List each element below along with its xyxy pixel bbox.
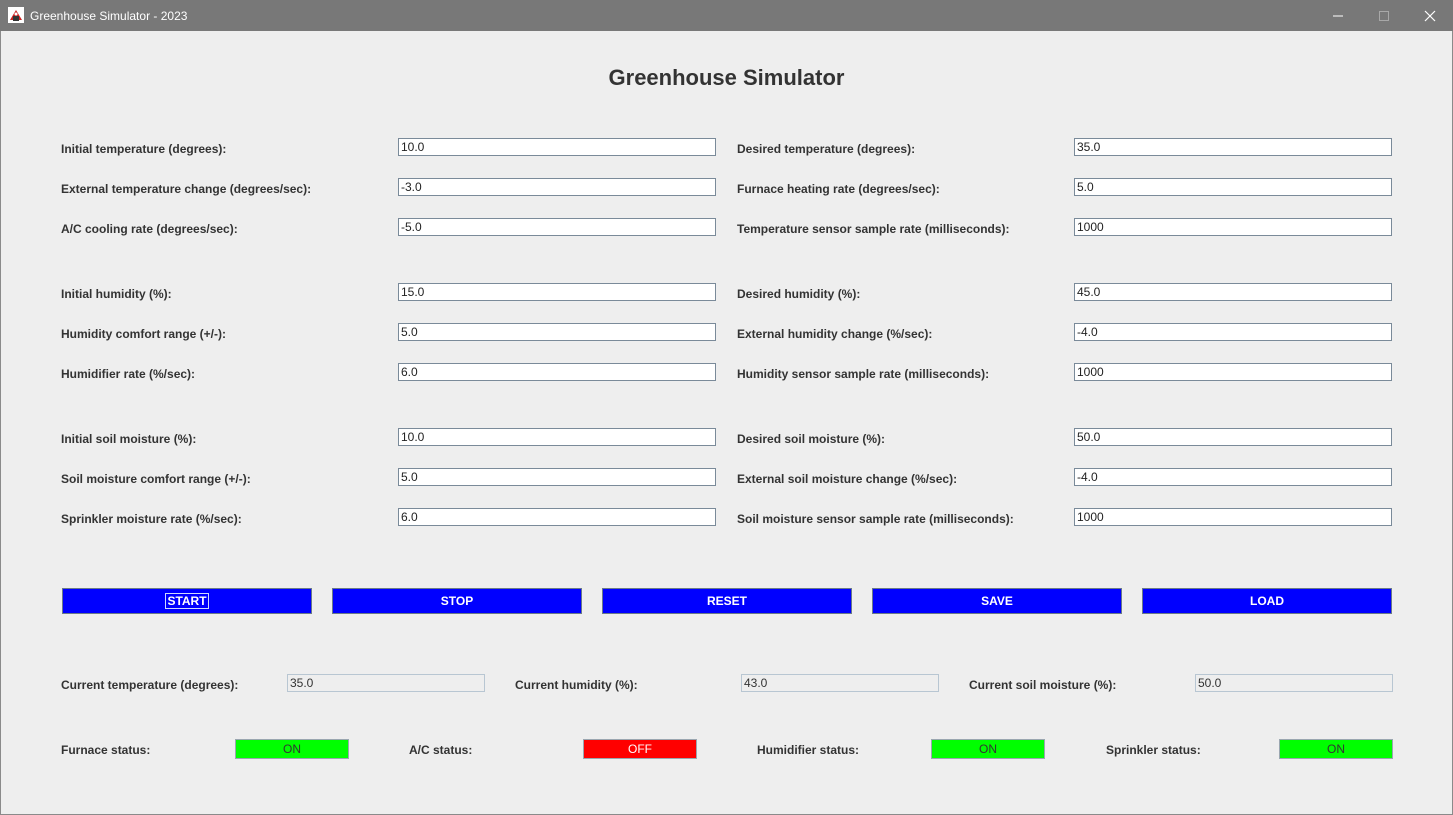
humidifier-status-indicator: ON — [931, 739, 1045, 759]
ac-status-label: A/C status: — [409, 743, 473, 757]
minimize-button[interactable] — [1315, 0, 1361, 31]
humidifier-rate-input[interactable]: 6.0 — [398, 363, 716, 381]
close-button[interactable] — [1407, 0, 1453, 31]
minimize-icon — [1333, 15, 1343, 17]
external-temperature-change-label: External temperature change (degrees/sec… — [61, 182, 312, 196]
external-humidity-change-input[interactable]: -4.0 — [1074, 323, 1392, 341]
temperature-sensor-sample-rate-label: Temperature sensor sample rate (millisec… — [737, 222, 1010, 236]
load-button[interactable]: LOAD — [1142, 588, 1392, 614]
window-titlebar[interactable]: Greenhouse Simulator - 2023 — [0, 0, 1453, 31]
window-title: Greenhouse Simulator - 2023 — [30, 9, 188, 23]
external-soil-moisture-change-label: External soil moisture change (%/sec): — [737, 472, 958, 486]
temperature-sensor-sample-rate-input[interactable]: 1000 — [1074, 218, 1392, 236]
current-humidity-label: Current humidity (%): — [515, 678, 638, 692]
humidifier-rate-label: Humidifier rate (%/sec): — [61, 367, 196, 381]
close-icon — [1424, 10, 1436, 22]
desired-temperature-label: Desired temperature (degrees): — [737, 142, 916, 156]
soil-moisture-comfort-range-label: Soil moisture comfort range (+/-): — [61, 472, 251, 486]
external-temperature-change-input[interactable]: -3.0 — [398, 178, 716, 196]
initial-humidity-label: Initial humidity (%): — [61, 287, 172, 301]
furnace-status-label: Furnace status: — [61, 743, 151, 757]
desired-humidity-label: Desired humidity (%): — [737, 287, 861, 301]
current-temperature-field: 35.0 — [287, 674, 485, 692]
initial-humidity-input[interactable]: 15.0 — [398, 283, 716, 301]
sprinkler-status-indicator: ON — [1279, 739, 1393, 759]
initial-soil-moisture-input[interactable]: 10.0 — [398, 428, 716, 446]
humidity-comfort-range-input[interactable]: 5.0 — [398, 323, 716, 341]
soil-moisture-sensor-sample-rate-label: Soil moisture sensor sample rate (millis… — [737, 512, 1014, 526]
initial-temperature-label: Initial temperature (degrees): — [61, 142, 227, 156]
humidity-sensor-sample-rate-label: Humidity sensor sample rate (millisecond… — [737, 367, 990, 381]
ac-cooling-rate-input[interactable]: -5.0 — [398, 218, 716, 236]
humidity-comfort-range-label: Humidity comfort range (+/-): — [61, 327, 227, 341]
current-soil-moisture-field: 50.0 — [1195, 674, 1393, 692]
desired-soil-moisture-input[interactable]: 50.0 — [1074, 428, 1392, 446]
furnace-status-indicator: ON — [235, 739, 349, 759]
reset-button[interactable]: RESET — [602, 588, 852, 614]
external-soil-moisture-change-input[interactable]: -4.0 — [1074, 468, 1392, 486]
maximize-icon — [1379, 11, 1389, 21]
desired-temperature-input[interactable]: 35.0 — [1074, 138, 1392, 156]
stop-button[interactable]: STOP — [332, 588, 582, 614]
start-button[interactable]: START — [62, 588, 312, 614]
soil-moisture-sensor-sample-rate-input[interactable]: 1000 — [1074, 508, 1392, 526]
sprinkler-moisture-rate-label: Sprinkler moisture rate (%/sec): — [61, 512, 242, 526]
start-button-label: START — [165, 593, 209, 609]
humidifier-status-label: Humidifier status: — [757, 743, 860, 757]
soil-moisture-comfort-range-input[interactable]: 5.0 — [398, 468, 716, 486]
app-icon[interactable] — [8, 7, 24, 23]
desired-soil-moisture-label: Desired soil moisture (%): — [737, 432, 886, 446]
external-humidity-change-label: External humidity change (%/sec): — [737, 327, 933, 341]
save-button[interactable]: SAVE — [872, 588, 1122, 614]
desired-humidity-input[interactable]: 45.0 — [1074, 283, 1392, 301]
sprinkler-moisture-rate-input[interactable]: 6.0 — [398, 508, 716, 526]
maximize-button[interactable] — [1361, 0, 1407, 31]
humidity-sensor-sample-rate-input[interactable]: 1000 — [1074, 363, 1392, 381]
initial-temperature-input[interactable]: 10.0 — [398, 138, 716, 156]
sprinkler-status-label: Sprinkler status: — [1106, 743, 1201, 757]
initial-soil-moisture-label: Initial soil moisture (%): — [61, 432, 197, 446]
current-humidity-field: 43.0 — [741, 674, 939, 692]
page-title: Greenhouse Simulator — [608, 65, 845, 90]
current-temperature-label: Current temperature (degrees): — [61, 678, 239, 692]
furnace-heating-rate-label: Furnace heating rate (degrees/sec): — [737, 182, 940, 196]
current-soil-moisture-label: Current soil moisture (%): — [969, 678, 1117, 692]
ac-status-indicator: OFF — [583, 739, 697, 759]
furnace-heating-rate-input[interactable]: 5.0 — [1074, 178, 1392, 196]
ac-cooling-rate-label: A/C cooling rate (degrees/sec): — [61, 222, 238, 236]
